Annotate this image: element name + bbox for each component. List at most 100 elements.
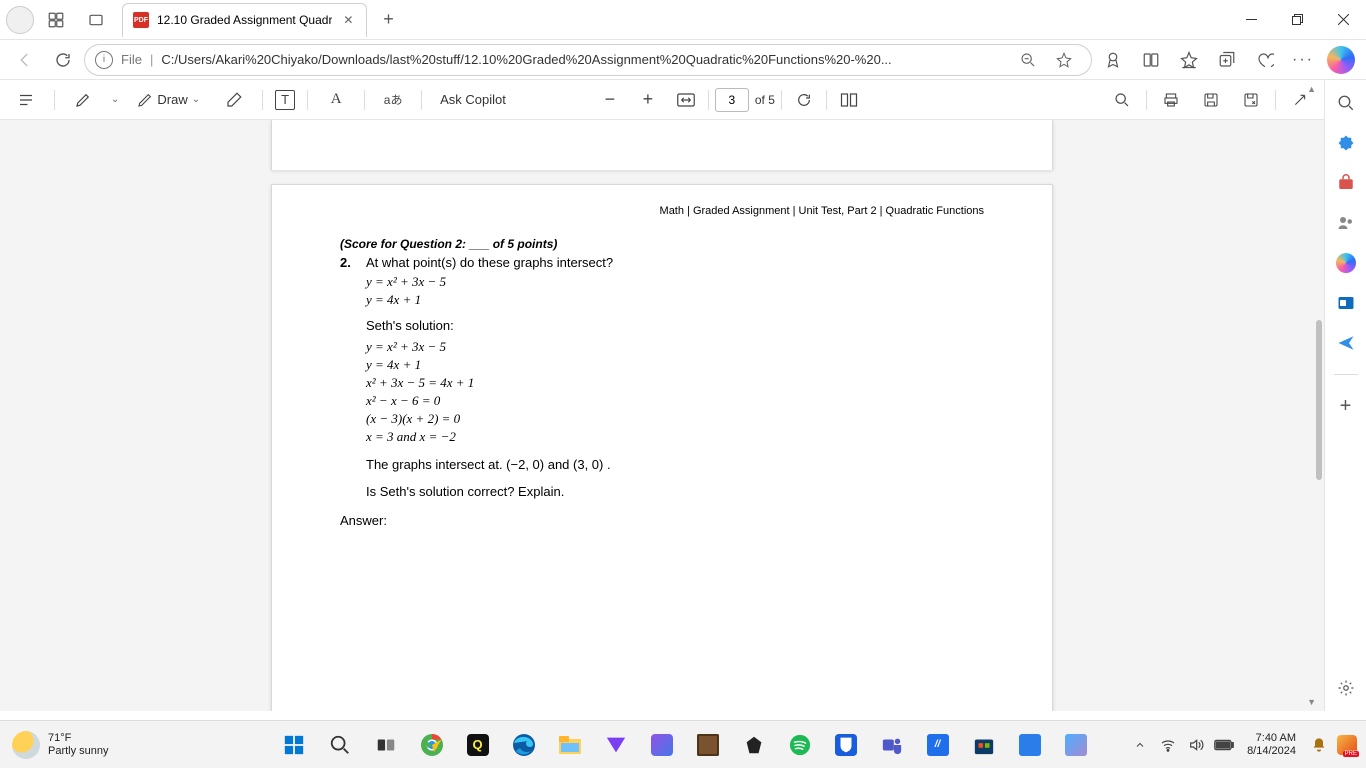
more-menu-button[interactable]: ··· (1286, 43, 1320, 77)
taskbar-edge-icon[interactable] (504, 725, 544, 765)
taskbar-center: Q // (240, 725, 1129, 765)
taskbar-app5-icon[interactable] (1010, 725, 1050, 765)
sidebar-tools-icon[interactable] (1331, 168, 1361, 198)
weather-cond: Partly sunny (48, 745, 109, 758)
start-button[interactable] (274, 725, 314, 765)
new-tab-button[interactable]: + (371, 3, 405, 37)
taskbar-spotify-icon[interactable] (780, 725, 820, 765)
url-path: C:/Users/Akari%20Chiyako/Downloads/last%… (161, 52, 997, 67)
taskbar-minecraft-icon[interactable] (688, 725, 728, 765)
taskbar-app4-icon[interactable]: // (918, 725, 958, 765)
draw-label: Draw (157, 92, 187, 107)
tab-actions-icon[interactable] (78, 2, 114, 38)
workspaces-icon[interactable] (38, 2, 74, 38)
scroll-up-arrow-icon[interactable]: ▲ (1307, 84, 1316, 94)
highlighter-icon[interactable] (67, 84, 99, 116)
question-text: At what point(s) do these graphs interse… (366, 255, 984, 270)
taskbar-teams-icon[interactable] (872, 725, 912, 765)
taskbar-chrome-icon[interactable] (412, 725, 452, 765)
zoom-in-button[interactable]: + (632, 84, 664, 116)
text-tool-icon[interactable]: T (275, 90, 295, 110)
favorite-star-icon[interactable] (1047, 44, 1081, 76)
tray-wifi-icon[interactable] (1157, 734, 1179, 756)
scroll-down-arrow-icon[interactable]: ▼ (1307, 697, 1316, 707)
copilot-button[interactable] (1324, 43, 1358, 77)
print-icon[interactable] (1155, 84, 1187, 116)
profile-avatar[interactable] (6, 6, 34, 34)
sidebar-people-icon[interactable] (1331, 208, 1361, 238)
taskbar-clock[interactable]: 7:40 AM 8/14/2024 (1247, 732, 1296, 758)
system-tray: 7:40 AM 8/14/2024 PRE (1129, 732, 1366, 758)
window-minimize-button[interactable] (1228, 0, 1274, 40)
tray-app-icon[interactable]: PRE (1336, 734, 1358, 756)
sidebar-shopping-icon[interactable] (1331, 128, 1361, 158)
ask-copilot-button[interactable]: Ask Copilot (434, 84, 512, 116)
taskbar-store-icon[interactable] (964, 725, 1004, 765)
browser-tab[interactable]: PDF 12.10 Graded Assignment Quadr ✕ (122, 3, 367, 37)
weather-temp: 71°F (48, 732, 109, 745)
taskbar-clipchamp-icon[interactable] (642, 725, 682, 765)
fit-width-icon[interactable] (670, 84, 702, 116)
reward-icon[interactable] (1096, 43, 1130, 77)
tab-close-button[interactable]: ✕ (340, 12, 356, 28)
step-6: x = 3 and x = −2 (366, 429, 984, 445)
edge-sidebar: + (1324, 80, 1366, 711)
zoom-out-icon[interactable] (1011, 44, 1045, 76)
highlighter-chevron-icon[interactable]: ⌄ (111, 94, 119, 105)
sidebar-send-icon[interactable] (1331, 328, 1361, 358)
content-scrollbar[interactable] (1310, 120, 1324, 711)
tray-battery-icon[interactable] (1213, 734, 1235, 756)
pdf-page-previous (271, 120, 1053, 170)
sidebar-outlook-icon[interactable] (1331, 288, 1361, 318)
favorites-bar-icon[interactable] (1172, 43, 1206, 77)
split-screen-icon[interactable] (1134, 43, 1168, 77)
url-scheme: File (121, 52, 142, 67)
contents-pane-icon[interactable] (10, 84, 42, 116)
window-titlebar: PDF 12.10 Graded Assignment Quadr ✕ + (0, 0, 1366, 40)
task-view-icon[interactable] (366, 725, 406, 765)
sidebar-settings-icon[interactable] (1331, 673, 1361, 703)
collections-icon[interactable] (1210, 43, 1244, 77)
url-box[interactable]: i File | C:/Users/Akari%20Chiyako/Downlo… (84, 44, 1092, 76)
page-number-input[interactable] (715, 88, 749, 112)
page-view-icon[interactable] (833, 84, 865, 116)
draw-tool-button[interactable]: Draw ⌄ (131, 84, 206, 116)
sidebar-search-icon[interactable] (1331, 88, 1361, 118)
address-bar: i File | C:/Users/Akari%20Chiyako/Downlo… (0, 40, 1366, 80)
equation-1: y = x² + 3x − 5 (366, 274, 984, 290)
browser-essentials-icon[interactable] (1248, 43, 1282, 77)
taskbar-app6-icon[interactable] (1056, 725, 1096, 765)
windows-taskbar: 71°F Partly sunny Q // (0, 720, 1366, 768)
zoom-out-button[interactable]: − (594, 84, 626, 116)
tray-chevron-icon[interactable] (1129, 734, 1151, 756)
rotate-icon[interactable] (788, 84, 820, 116)
page-total-label: of 5 (755, 93, 775, 107)
sidebar-add-icon[interactable]: + (1331, 391, 1361, 421)
taskbar-app1-icon[interactable]: Q (458, 725, 498, 765)
translate-icon[interactable]: aあ (377, 84, 409, 116)
save-icon[interactable] (1195, 84, 1227, 116)
nav-back-button[interactable] (8, 43, 42, 77)
weather-icon (12, 731, 40, 759)
taskbar-app2-icon[interactable] (596, 725, 636, 765)
doc-header: Math | Graded Assignment | Unit Test, Pa… (660, 205, 984, 217)
window-maximize-button[interactable] (1274, 0, 1320, 40)
ask-copilot-label: Ask Copilot (440, 92, 506, 107)
taskbar-weather[interactable]: 71°F Partly sunny (0, 731, 240, 759)
taskbar-explorer-icon[interactable] (550, 725, 590, 765)
erase-icon[interactable] (218, 84, 250, 116)
taskbar-search-icon[interactable] (320, 725, 360, 765)
taskbar-app3-icon[interactable] (734, 725, 774, 765)
question-number: 2. (340, 255, 354, 270)
tray-notifications-icon[interactable] (1308, 734, 1330, 756)
font-tool-icon[interactable]: A (320, 84, 352, 116)
find-icon[interactable] (1106, 84, 1138, 116)
taskbar-bitwarden-icon[interactable] (826, 725, 866, 765)
sidebar-copilot-icon[interactable] (1331, 248, 1361, 278)
scrollbar-thumb[interactable] (1316, 320, 1322, 480)
nav-refresh-button[interactable] (46, 43, 80, 77)
site-info-icon[interactable]: i (95, 51, 113, 69)
tray-volume-icon[interactable] (1185, 734, 1207, 756)
window-close-button[interactable] (1320, 0, 1366, 40)
save-as-icon[interactable] (1235, 84, 1267, 116)
